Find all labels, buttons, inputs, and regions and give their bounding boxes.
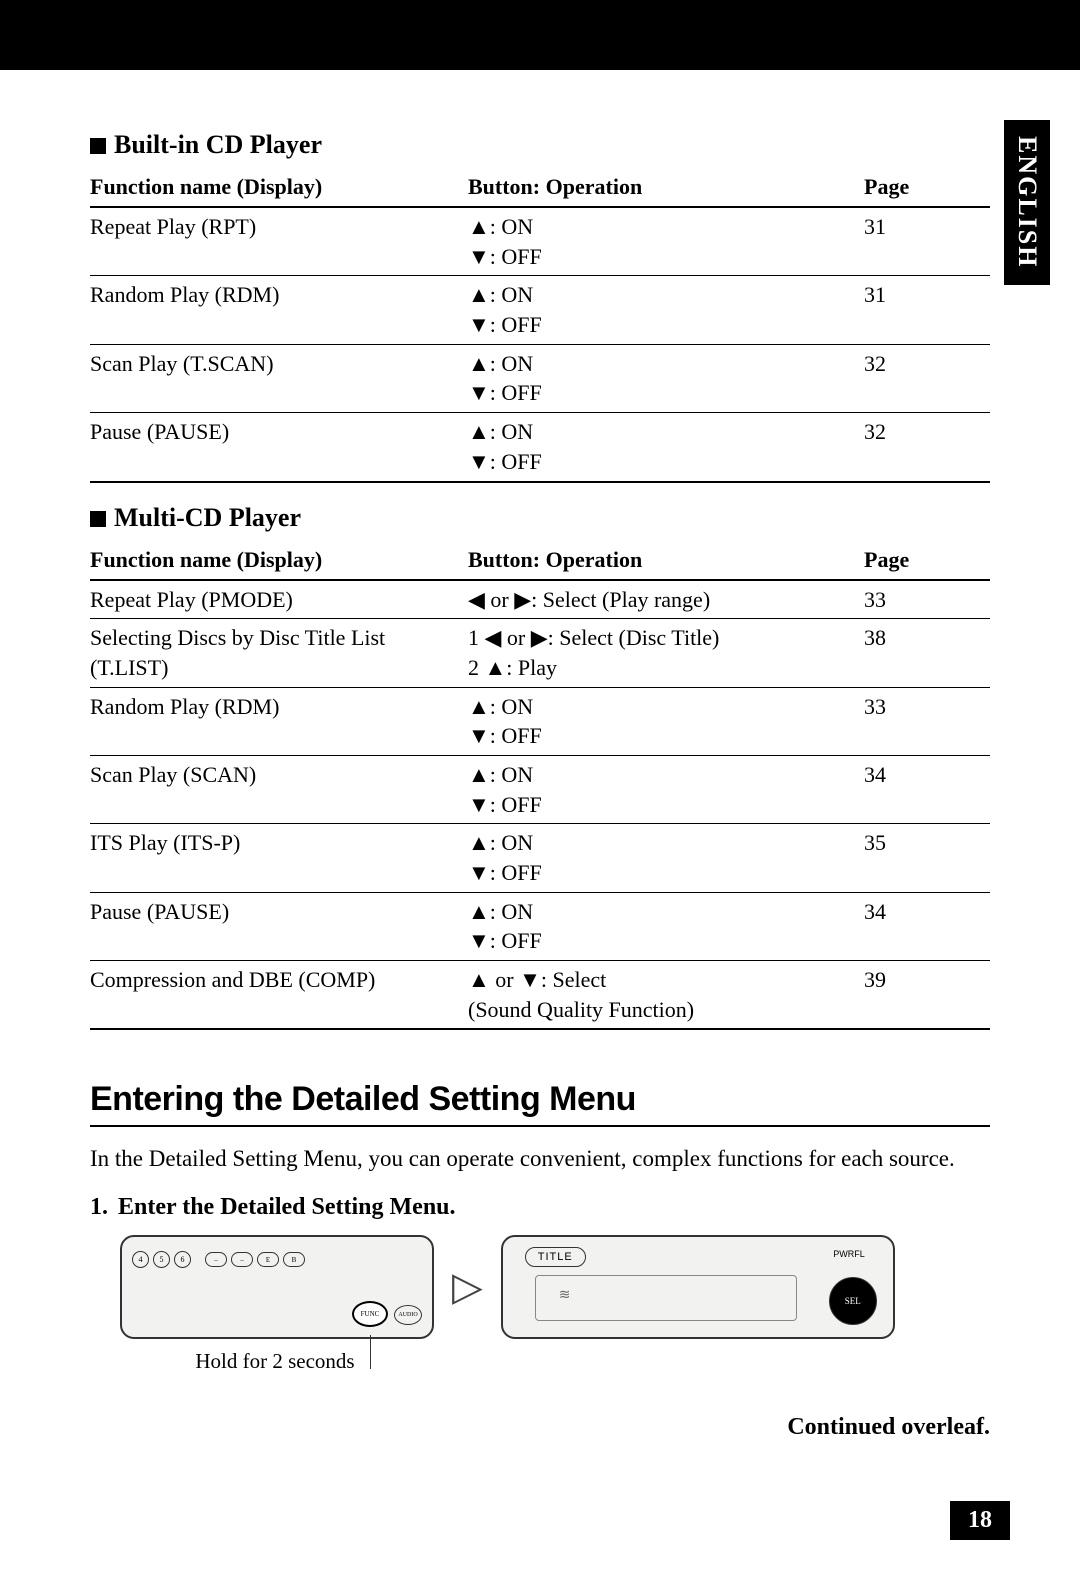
oval-button-icon: B xyxy=(283,1252,305,1267)
unit-diagram-right: TITLE ≋ PWRFL SEL xyxy=(501,1235,895,1339)
diagram-caption: Hold for 2 seconds xyxy=(120,1349,430,1374)
cell-operation: ▲: ON▼: OFF xyxy=(468,344,864,412)
table-row: Random Play (RDM)▲: ON▼: OFF31 xyxy=(90,276,990,344)
cell-function-name: Pause (PAUSE) xyxy=(90,413,468,482)
table-row: Compression and DBE (COMP)▲ or ▼: Select… xyxy=(90,961,990,1030)
heading-entering-menu: Entering the Detailed Setting Menu xyxy=(90,1080,990,1127)
col-function-name: Function name (Display) xyxy=(90,168,468,207)
section-title-text: Multi-CD Player xyxy=(114,503,301,532)
display-panel xyxy=(535,1275,797,1321)
cell-page: 35 xyxy=(864,824,990,892)
preset-button-icon: 4 xyxy=(132,1251,149,1268)
page-number-badge: 18 xyxy=(950,1501,1010,1540)
preset-button-icon: 5 xyxy=(153,1251,170,1268)
continued-overleaf: Continued overleaf. xyxy=(90,1414,990,1441)
segment-icon: ≋ xyxy=(559,1287,571,1304)
preset-button-icon: 6 xyxy=(174,1251,191,1268)
cell-operation: ▲: ON▼: OFF xyxy=(468,892,864,960)
cell-page: 38 xyxy=(864,619,990,687)
pwrfl-label: PWRFL xyxy=(833,1249,865,1259)
cell-operation: ▲: ON▼: OFF xyxy=(468,276,864,344)
cell-operation: ◀ or ▶: Select (Play range) xyxy=(468,580,864,619)
cell-function-name: Repeat Play (PMODE) xyxy=(90,580,468,619)
cell-operation: ▲: ON▼: OFF xyxy=(468,687,864,755)
cell-page: 34 xyxy=(864,755,990,823)
table-row: Selecting Discs by Disc Title List(T.LIS… xyxy=(90,619,990,687)
table-row: Scan Play (SCAN)▲: ON▼: OFF34 xyxy=(90,755,990,823)
table-row: Repeat Play (PMODE)◀ or ▶: Select (Play … xyxy=(90,580,990,619)
cell-function-name: Scan Play (SCAN) xyxy=(90,755,468,823)
diagram-row: 4 5 6 – – E B FUNC AUDIO ▷ TITLE ≋ PWRFL… xyxy=(120,1235,990,1339)
cell-function-name: Scan Play (T.SCAN) xyxy=(90,344,468,412)
col-page: Page xyxy=(864,541,990,580)
cell-page: 32 xyxy=(864,413,990,482)
table-row: Repeat Play (RPT)▲: ON▼: OFF31 xyxy=(90,207,990,276)
func-button-highlight: FUNC xyxy=(352,1301,388,1327)
cell-page: 34 xyxy=(864,892,990,960)
square-bullet-icon xyxy=(90,511,106,527)
cell-operation: ▲: ON▼: OFF xyxy=(468,824,864,892)
table-row: Random Play (RDM)▲: ON▼: OFF33 xyxy=(90,687,990,755)
cell-operation: 1 ◀ or ▶: Select (Disc Title)2 ▲: Play xyxy=(468,619,864,687)
table-row: ITS Play (ITS-P)▲: ON▼: OFF35 xyxy=(90,824,990,892)
table-header-row: Function name (Display) Button: Operatio… xyxy=(90,168,990,207)
sel-dpad-icon: SEL xyxy=(829,1277,877,1325)
square-bullet-icon xyxy=(90,138,106,154)
col-function-name: Function name (Display) xyxy=(90,541,468,580)
cell-function-name: ITS Play (ITS-P) xyxy=(90,824,468,892)
section-title-multi-cd: Multi-CD Player xyxy=(90,503,990,533)
cell-page: 39 xyxy=(864,961,990,1030)
audio-button-icon: AUDIO xyxy=(394,1305,422,1325)
cell-function-name: Random Play (RDM) xyxy=(90,687,468,755)
step-number: 1. xyxy=(90,1194,118,1221)
table-row: Pause (PAUSE)▲: ON▼: OFF34 xyxy=(90,892,990,960)
cell-function-name: Repeat Play (RPT) xyxy=(90,207,468,276)
builtin-cd-table: Function name (Display) Button: Operatio… xyxy=(90,168,990,483)
title-badge: TITLE xyxy=(525,1247,586,1267)
cell-operation: ▲: ON▼: OFF xyxy=(468,207,864,276)
cell-function-name: Selecting Discs by Disc Title List(T.LIS… xyxy=(90,619,468,687)
cell-operation: ▲: ON▼: OFF xyxy=(468,755,864,823)
table-header-row: Function name (Display) Button: Operatio… xyxy=(90,541,990,580)
cell-function-name: Pause (PAUSE) xyxy=(90,892,468,960)
page-content: Built-in CD Player Function name (Displa… xyxy=(0,70,1080,1580)
cell-page: 33 xyxy=(864,687,990,755)
unit-diagram-left: 4 5 6 – – E B FUNC AUDIO xyxy=(120,1235,434,1339)
oval-button-icon: E xyxy=(257,1252,279,1267)
cell-page: 32 xyxy=(864,344,990,412)
section-title-builtin-cd: Built-in CD Player xyxy=(90,130,990,160)
table-row: Scan Play (T.SCAN)▲: ON▼: OFF32 xyxy=(90,344,990,412)
cell-page: 31 xyxy=(864,276,990,344)
intro-text: In the Detailed Setting Menu, you can op… xyxy=(90,1143,990,1174)
step-text: Enter the Detailed Setting Menu. xyxy=(118,1194,456,1220)
col-page: Page xyxy=(864,168,990,207)
cell-page: 33 xyxy=(864,580,990,619)
cell-function-name: Compression and DBE (COMP) xyxy=(90,961,468,1030)
cell-function-name: Random Play (RDM) xyxy=(90,276,468,344)
language-tab: ENGLISH xyxy=(1004,120,1050,285)
header-black-bar xyxy=(0,0,1080,70)
cell-operation: ▲ or ▼: Select(Sound Quality Function) xyxy=(468,961,864,1030)
cell-operation: ▲: ON▼: OFF xyxy=(468,413,864,482)
table-row: Pause (PAUSE)▲: ON▼: OFF32 xyxy=(90,413,990,482)
oval-button-icon: – xyxy=(205,1252,227,1267)
multi-cd-table: Function name (Display) Button: Operatio… xyxy=(90,541,990,1031)
callout-line xyxy=(370,1335,371,1369)
chevron-right-icon: ▷ xyxy=(452,1267,483,1307)
cell-page: 31 xyxy=(864,207,990,276)
col-button-operation: Button: Operation xyxy=(468,168,864,207)
step-line: 1.Enter the Detailed Setting Menu. xyxy=(90,1194,990,1221)
oval-button-icon: – xyxy=(231,1252,253,1267)
col-button-operation: Button: Operation xyxy=(468,541,864,580)
section-title-text: Built-in CD Player xyxy=(114,130,322,159)
